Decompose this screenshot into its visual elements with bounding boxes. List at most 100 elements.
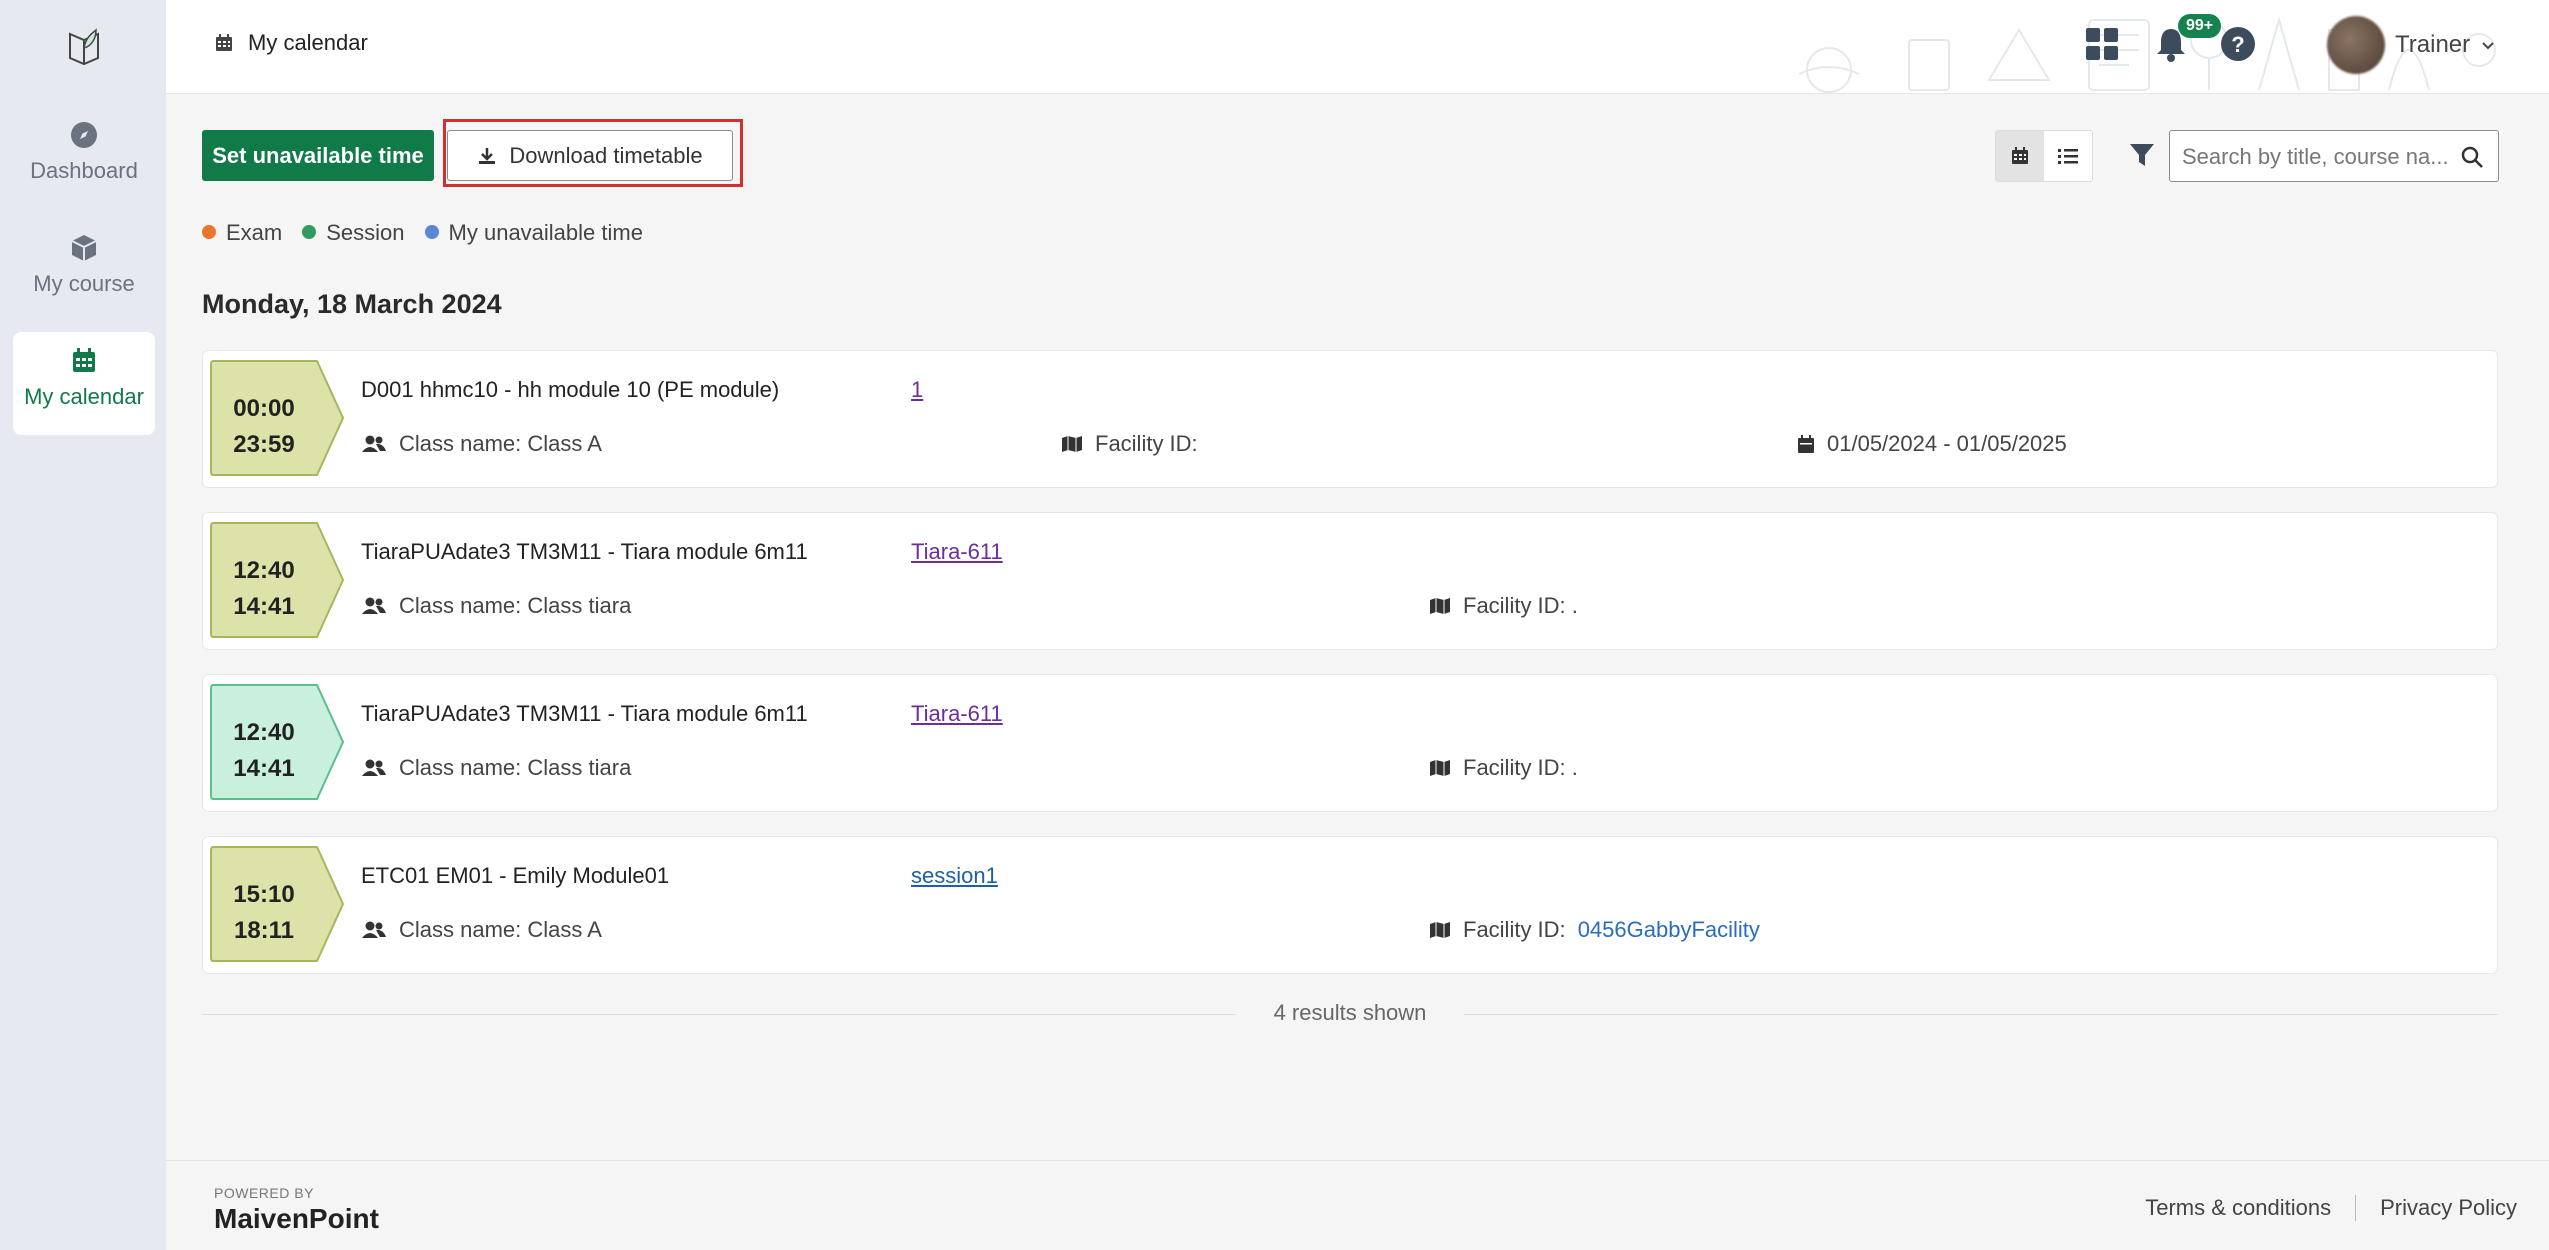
facility-value[interactable]: 0456GabbyFacility (1578, 917, 1760, 943)
class-name: Class name: Class tiara (399, 755, 632, 780)
event-title: TiaraPUAdate3 TM3M11 - Tiara module 6m11 (361, 539, 808, 564)
set-unavailable-time-button[interactable]: Set unavailable time (202, 130, 434, 181)
page-title: My calendar (214, 30, 368, 56)
users-icon (362, 921, 386, 938)
facility-row: Facility ID: . (1429, 593, 1578, 619)
class-name: Class name: Class A (399, 431, 602, 456)
users-icon (362, 759, 386, 776)
calendar-view-button[interactable] (1996, 131, 2044, 181)
sidebar-item-label: My course (33, 271, 135, 296)
sidebar-item-label: Dashboard (30, 158, 138, 183)
event-link[interactable]: 1 (911, 377, 923, 403)
date-range-row: 01/05/2024 - 01/05/2025 (1797, 431, 2067, 457)
legend-item-unavailable: My unavailable time (424, 220, 643, 246)
svg-text:?: ? (2231, 32, 2244, 57)
event-link[interactable]: Tiara-611 (911, 701, 1003, 727)
time-badge: 12:40 14:41 (209, 683, 347, 801)
date-heading: Monday, 18 March 2024 (202, 289, 502, 319)
book-leaf-icon[interactable] (66, 26, 102, 66)
list-view-button[interactable] (2044, 131, 2092, 181)
end-time: 18:11 (233, 917, 295, 944)
filter-icon[interactable] (2127, 140, 2157, 170)
event-title: D001 hhmc10 - hh module 10 (PE module) (361, 377, 780, 402)
end-time: 23:59 (233, 431, 295, 458)
top-header: My calendar 99+ ? Trainer (166, 0, 2549, 94)
user-name: Trainer (2395, 31, 2471, 58)
list-icon (2058, 149, 2078, 164)
privacy-link[interactable]: Privacy Policy (2380, 1195, 2517, 1221)
view-toggle (1995, 130, 2093, 182)
sidebar-item-my-calendar[interactable]: My calendar (13, 332, 155, 435)
time-badge: 12:40 14:41 (209, 521, 347, 639)
users-icon (362, 597, 386, 614)
facility-label: Facility ID: (1095, 431, 1198, 456)
sidebar: Dashboard My course My calendar (0, 0, 166, 1250)
class-name-row: Class name: Class tiara (361, 755, 631, 781)
event-card[interactable]: 12:40 14:41 TiaraPUAdate3 TM3M11 - Tiara… (202, 512, 2498, 650)
time-badge: 00:00 23:59 (209, 359, 347, 477)
box-icon (71, 235, 97, 261)
map-icon (1430, 598, 1450, 614)
facility-row: Facility ID: . (1429, 755, 1578, 781)
legend-item-exam: Exam (202, 220, 282, 246)
facility-row: Facility ID: 0456GabbyFacility (1429, 917, 1760, 943)
apps-grid-icon[interactable] (2082, 24, 2122, 64)
powered-by-label: POWERED BY (214, 1185, 314, 1201)
map-icon (1430, 760, 1450, 776)
class-name-row: Class name: Class tiara (361, 593, 631, 619)
start-time: 00:00 (233, 395, 295, 422)
notification-badge: 99+ (2178, 14, 2222, 38)
event-title: ETC01 EM01 - Emily Module01 (361, 863, 670, 888)
page-title-text: My calendar (248, 30, 368, 55)
user-menu[interactable]: Trainer (2327, 15, 2496, 75)
end-time: 14:41 (233, 593, 295, 620)
start-time: 12:40 (233, 719, 295, 746)
class-name: Class name: Class A (399, 917, 602, 942)
event-link[interactable]: session1 (911, 863, 998, 889)
results-count: 4 results shown (1273, 1000, 1427, 1025)
search-input[interactable] (2182, 144, 2452, 170)
start-time: 15:10 (233, 881, 295, 908)
sidebar-item-dashboard[interactable]: Dashboard (13, 106, 155, 209)
facility-label: Facility ID: . (1463, 593, 1578, 618)
event-link[interactable]: Tiara-611 (911, 539, 1003, 565)
avatar (2327, 16, 2385, 74)
class-name: Class name: Class tiara (399, 593, 632, 618)
event-card[interactable]: 15:10 18:11 ETC01 EM01 - Emily Module01 … (202, 836, 2498, 974)
sidebar-item-my-course[interactable]: My course (13, 219, 155, 322)
download-timetable-button[interactable]: Download timetable (447, 130, 733, 181)
sidebar-item-label: My calendar (24, 384, 144, 409)
divider (2355, 1195, 2357, 1221)
event-card[interactable]: 00:00 23:59 D001 hhmc10 - hh module 10 (… (202, 350, 2498, 488)
brand-logo: MaivenPoint (214, 1203, 379, 1234)
date-range: 01/05/2024 - 01/05/2025 (1827, 431, 2067, 456)
compass-icon (71, 122, 97, 148)
class-name-row: Class name: Class A (361, 431, 602, 457)
calendar-icon (2012, 147, 2028, 164)
search-icon[interactable] (2460, 145, 2484, 169)
facility-label: Facility ID: . (1463, 755, 1578, 780)
event-title: TiaraPUAdate3 TM3M11 - Tiara module 6m11 (361, 701, 808, 726)
footer: POWERED BY MaivenPoint Terms & condition… (166, 1160, 2549, 1250)
legend: Exam Session My unavailable time (202, 220, 643, 246)
facility-label: Facility ID: (1463, 917, 1566, 942)
legend-item-session: Session (302, 220, 405, 246)
time-badge: 15:10 18:11 (209, 845, 347, 963)
download-icon (479, 147, 496, 164)
results-summary: 4 results shown (202, 1000, 2498, 1030)
calendar-icon (216, 34, 232, 51)
users-icon (362, 435, 386, 452)
chevron-down-icon (2482, 42, 2494, 50)
facility-row: Facility ID: (1061, 431, 1198, 457)
event-card[interactable]: 12:40 14:41 TiaraPUAdate3 TM3M11 - Tiara… (202, 674, 2498, 812)
class-name-row: Class name: Class A (361, 917, 602, 943)
download-timetable-label: Download timetable (509, 142, 703, 168)
help-icon[interactable]: ? (2218, 24, 2258, 64)
calendar-icon (1798, 435, 1814, 453)
map-icon (1062, 436, 1082, 452)
search-box (2169, 130, 2499, 182)
calendar-icon (73, 348, 95, 372)
start-time: 12:40 (233, 557, 295, 584)
terms-link[interactable]: Terms & conditions (2145, 1195, 2331, 1221)
map-icon (1430, 922, 1450, 938)
